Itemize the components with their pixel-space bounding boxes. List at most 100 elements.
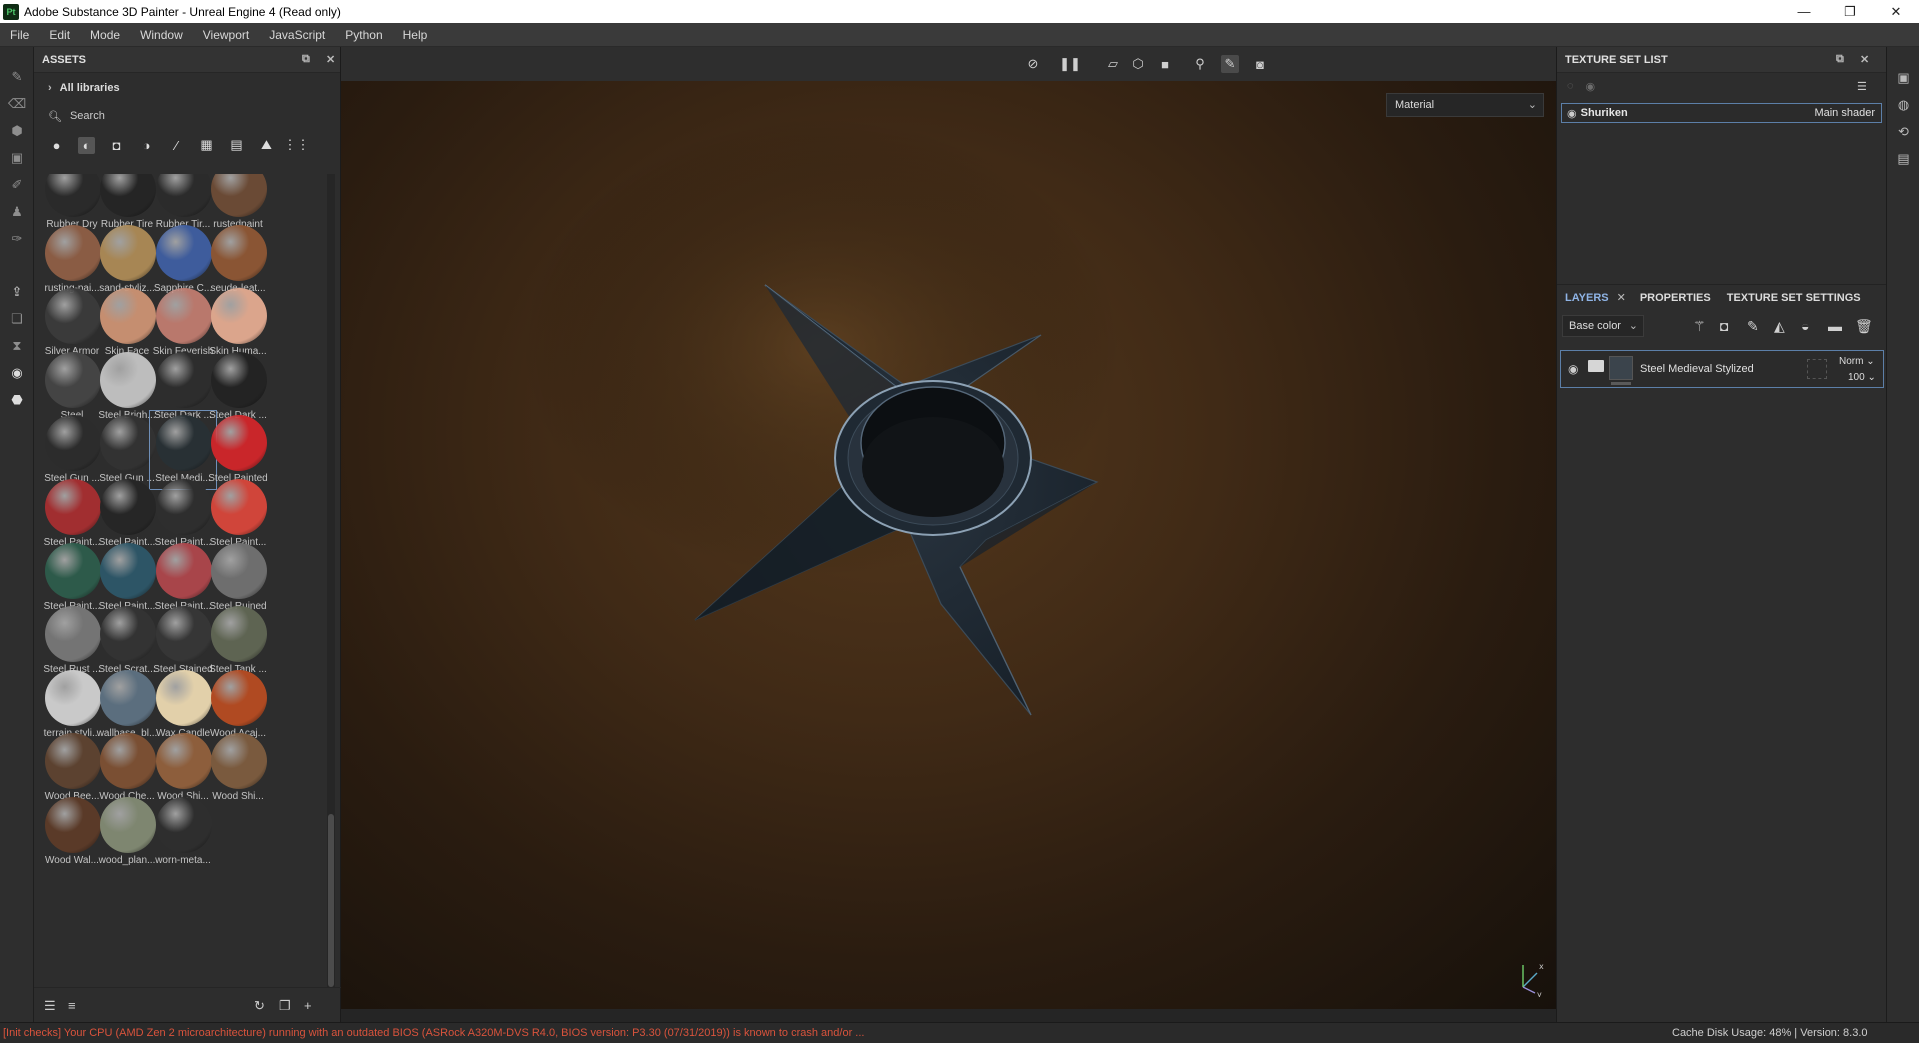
camera-icon[interactable]: ■ (1156, 55, 1174, 73)
menu-edit[interactable]: Edit (39, 28, 80, 42)
projection-icon[interactable]: ⬢ (9, 123, 25, 139)
cache-disk-usage: Cache Disk Usage: 48% | Version: 8.3.0 (1672, 1027, 1868, 1039)
bake-icon[interactable]: ❏ (9, 311, 25, 327)
add-fill-layer-icon[interactable]: ◭ (1774, 318, 1785, 335)
layer-name[interactable]: Steel Medieval Stylized (1640, 363, 1754, 375)
filter-environments-icon[interactable]: ⛰ (258, 137, 275, 154)
layer-visibility-icon[interactable]: ◉ (1568, 362, 1578, 376)
tab-properties[interactable]: PROPERTIES (1632, 292, 1719, 304)
undock-icon[interactable]: ⧉ (302, 53, 310, 66)
settings-menu-icon[interactable]: ☰ (1857, 80, 1867, 93)
eraser-icon[interactable]: ⌫ (8, 96, 26, 112)
hide-overlay-icon[interactable]: ⊘ (1024, 55, 1042, 73)
symmetry-icon[interactable]: ⚲ (1191, 55, 1209, 73)
shader-settings-dock-icon[interactable]: ◍ (1895, 96, 1912, 113)
layer-mask-slot[interactable] (1807, 359, 1827, 379)
visibility-eye-icon[interactable]: ◉ (1567, 107, 1577, 120)
undock-icon[interactable]: ⧉ (1836, 53, 1844, 66)
blend-mode-value: Norm (1839, 356, 1864, 367)
paint-mode-icon[interactable]: ✎ (1221, 55, 1239, 73)
display-settings-icon[interactable]: ⧗ (9, 338, 25, 354)
menu-mode[interactable]: Mode (80, 28, 130, 42)
sort-icon[interactable]: ≡ (68, 998, 76, 1013)
dock-strip: ▣ ◍ ⟲ ▤ (1886, 47, 1919, 1022)
channel-dropdown[interactable]: Base color ⌄ (1562, 315, 1644, 337)
material-preview (211, 288, 267, 345)
viewport-mode-dropdown[interactable]: Material ⌄ (1386, 93, 1544, 117)
material-tile[interactable]: worn-meta... (150, 793, 216, 871)
viewport-mode-value: Material (1395, 99, 1435, 111)
close-panel-icon[interactable]: ✕ (1860, 53, 1869, 66)
viewer-settings-icon[interactable]: ⬣ (9, 392, 25, 408)
menu-python[interactable]: Python (335, 28, 392, 42)
shader-settings-icon[interactable]: ◉ (9, 365, 25, 381)
blend-mode-dropdown[interactable]: Norm ⌄ (1839, 356, 1875, 367)
hide-all-icon[interactable]: ◌ (1567, 80, 1574, 92)
add-effect-icon[interactable]: ⚚ (1693, 318, 1706, 335)
add-mask-icon[interactable]: ◘ (1720, 318, 1728, 334)
texture-set-list-dock-icon[interactable]: ▣ (1895, 69, 1912, 86)
filter-masks-icon[interactable]: ◘ (108, 137, 125, 154)
3d-viewport[interactable]: ⊘ ❚❚ ▱ ⬡ ■ ⚲ ✎ ◙ Material ⌄ x y (341, 47, 1556, 1009)
history-dock-icon[interactable]: ⟲ (1895, 123, 1912, 140)
menu-file[interactable]: File (0, 28, 39, 42)
color-picker-icon[interactable]: ✑ (9, 231, 25, 247)
menu-window[interactable]: Window (130, 28, 193, 42)
assets-scrollbar[interactable] (327, 174, 335, 987)
filter-materials-icon[interactable]: ● (48, 137, 65, 154)
material-preview (100, 797, 156, 853)
material-preview (45, 224, 101, 281)
filter-procedurals-icon[interactable]: ▦ (198, 137, 215, 154)
chevron-right-icon: › (48, 82, 52, 94)
menu-help[interactable]: Help (393, 28, 438, 42)
close-panel-icon[interactable]: ✕ (326, 53, 335, 66)
layer-row[interactable]: ◉ Steel Medieval Stylized Norm ⌄ 100 ⌄ (1560, 350, 1884, 388)
libraries-row[interactable]: › All libraries (34, 73, 340, 103)
material-preview (100, 542, 156, 599)
menu-viewport[interactable]: Viewport (193, 28, 259, 42)
geometry-fill-icon[interactable]: ▣ (9, 150, 25, 166)
maximize-button[interactable]: ❐ (1827, 0, 1873, 23)
menu-bar: File Edit Mode Window Viewport JavaScrip… (0, 23, 1919, 47)
filter-all-icon[interactable]: ⋮⋮ (284, 137, 310, 154)
export-icon[interactable]: ⇪ (9, 284, 25, 300)
shuriken-model (521, 117, 1121, 716)
refresh-icon[interactable]: ↻ (254, 998, 265, 1014)
delete-layer-icon[interactable]: 🗑︎ (1855, 318, 1873, 335)
add-asset-icon[interactable]: + (304, 998, 312, 1013)
scrollbar-thumb[interactable] (328, 814, 334, 987)
filter-brushes-icon[interactable]: ⁄ (168, 137, 185, 154)
material-preview (211, 606, 267, 663)
add-smart-material-icon[interactable]: ◒ (1801, 318, 1809, 334)
filter-generators-icon[interactable]: ◑ (138, 137, 155, 154)
minimize-button[interactable]: — (1781, 0, 1827, 23)
list-view-icon[interactable]: ☰ (44, 998, 56, 1014)
material-preview (156, 174, 212, 217)
paint-brush-icon[interactable]: ✎ (9, 69, 25, 85)
tab-texture-set-settings[interactable]: TEXTURE SET SETTINGS (1719, 292, 1869, 304)
screenshot-icon[interactable]: ◙ (1251, 55, 1269, 73)
2d-view-icon[interactable]: ▱ (1104, 55, 1122, 73)
add-folder-icon[interactable]: ▬ (1828, 318, 1842, 334)
3d-view-icon[interactable]: ⬡ (1129, 55, 1147, 73)
material-preview (156, 224, 212, 281)
eye-icon[interactable]: ◉ (1586, 80, 1596, 93)
filter-textures-icon[interactable]: ▤ (228, 137, 245, 154)
add-paint-layer-icon[interactable]: ✎ (1747, 318, 1759, 335)
opacity-field[interactable]: 100 ⌄ (1848, 372, 1876, 383)
close-window-button[interactable]: ✕ (1873, 0, 1919, 23)
import-folder-icon[interactable]: ❐ (279, 998, 291, 1014)
clone-stamp-icon[interactable]: ♟ (9, 204, 25, 220)
menu-javascript[interactable]: JavaScript (259, 28, 335, 42)
assets-search-input[interactable]: 🔍︎ Search (34, 103, 340, 129)
material-preview (45, 797, 101, 853)
status-message[interactable]: [Init checks] Your CPU (AMD Zen 2 microa… (3, 1027, 864, 1039)
shader-name[interactable]: Main shader (1814, 107, 1875, 119)
log-dock-icon[interactable]: ▤ (1895, 150, 1912, 167)
close-tab-icon[interactable]: ✕ (1617, 291, 1626, 304)
filter-smart-materials-icon[interactable]: ◐ (78, 136, 95, 154)
smudge-icon[interactable]: ✐ (9, 177, 25, 193)
texture-set-row[interactable]: ◉ Shuriken Main shader (1561, 103, 1882, 123)
tab-layers[interactable]: LAYERS (1557, 292, 1617, 304)
pause-icon[interactable]: ❚❚ (1059, 55, 1081, 73)
